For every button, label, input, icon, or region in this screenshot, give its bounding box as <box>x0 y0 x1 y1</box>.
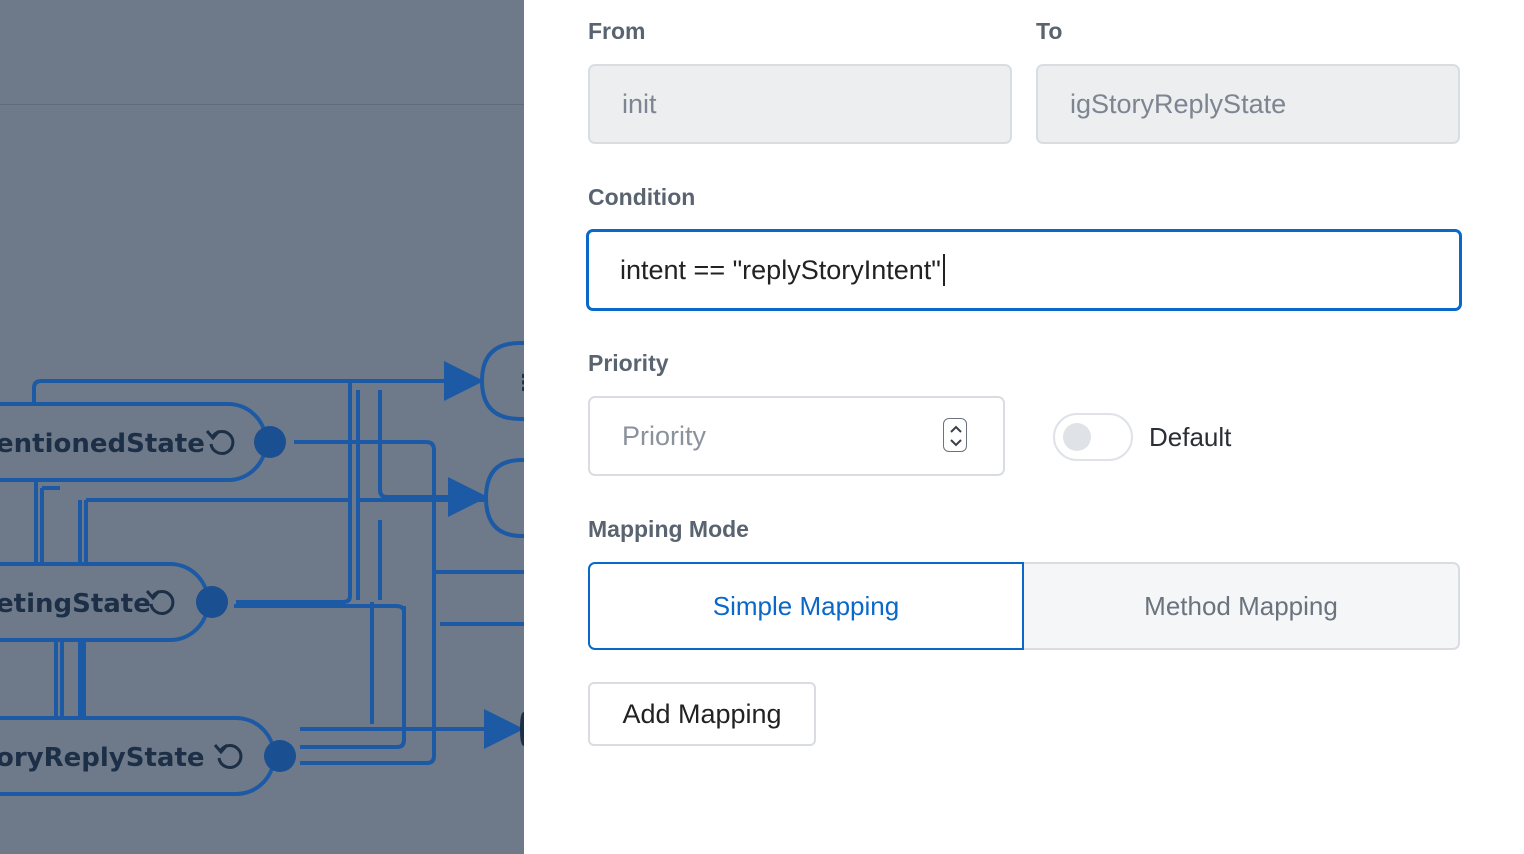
priority-placeholder: Priority <box>622 420 707 451</box>
priority-input[interactable]: Priority <box>588 396 1005 476</box>
default-toggle[interactable] <box>1053 413 1133 461</box>
edge-line <box>300 606 406 749</box>
from-value: init <box>622 88 657 119</box>
node-output-port[interactable] <box>196 586 228 618</box>
to-label: To <box>1036 18 1063 44</box>
diagram-node-partial[interactable] <box>483 458 524 538</box>
decrement-arrow[interactable] <box>950 439 962 447</box>
diagram-node[interactable]: entionedState <box>0 402 286 482</box>
condition-label: Condition <box>588 184 696 210</box>
diagram-svg: ⋮ entionedState etingState oryReplyState <box>0 341 524 796</box>
add-mapping-button[interactable]: Add Mapping <box>588 682 816 746</box>
stepper-icon[interactable] <box>943 418 967 452</box>
node-label: entionedState <box>0 429 205 459</box>
increment-arrow[interactable] <box>950 425 962 433</box>
mapping-mode-label: Mapping Mode <box>588 516 749 542</box>
method-mapping-label: Method Mapping <box>1144 590 1338 621</box>
node-output-port[interactable] <box>254 426 286 458</box>
edge-line <box>294 440 436 451</box>
diagram-canvas[interactable]: ⋮ entionedState etingState oryReplyState <box>0 0 524 854</box>
edge-line <box>234 604 406 613</box>
node-label: oryReplyState <box>0 743 205 773</box>
node-menu-glyph: ⋮ <box>513 371 524 396</box>
from-field: init <box>588 64 1012 144</box>
node-output-port[interactable] <box>264 740 296 772</box>
simple-mapping-option[interactable]: Simple Mapping <box>588 562 1024 650</box>
condition-input[interactable]: intent == "replyStoryIntent" <box>586 229 1462 311</box>
from-label: From <box>588 18 646 44</box>
edge-arrow <box>32 361 484 405</box>
app-root: ⋮ entionedState etingState oryReplyState… <box>0 0 1524 854</box>
simple-mapping-label: Simple Mapping <box>712 590 900 621</box>
diagram-node[interactable]: oryReplyState <box>0 716 296 796</box>
transition-form-panel: From init To igStoryReplyState Condition… <box>524 0 1524 854</box>
diagram-node[interactable]: etingState <box>0 562 228 642</box>
method-mapping-option[interactable]: Method Mapping <box>1024 562 1460 650</box>
to-field: igStoryReplyState <box>1036 64 1460 144</box>
text-caret <box>942 254 945 286</box>
priority-label: Priority <box>588 350 669 376</box>
diagram-node-partial[interactable]: ⋮ <box>479 341 524 421</box>
condition-value: intent == "replyStoryIntent" <box>620 254 941 285</box>
node-label: etingState <box>0 589 151 619</box>
toggle-knob <box>1063 423 1091 451</box>
default-toggle-label: Default <box>1149 422 1232 452</box>
to-value: igStoryReplyState <box>1070 88 1287 119</box>
